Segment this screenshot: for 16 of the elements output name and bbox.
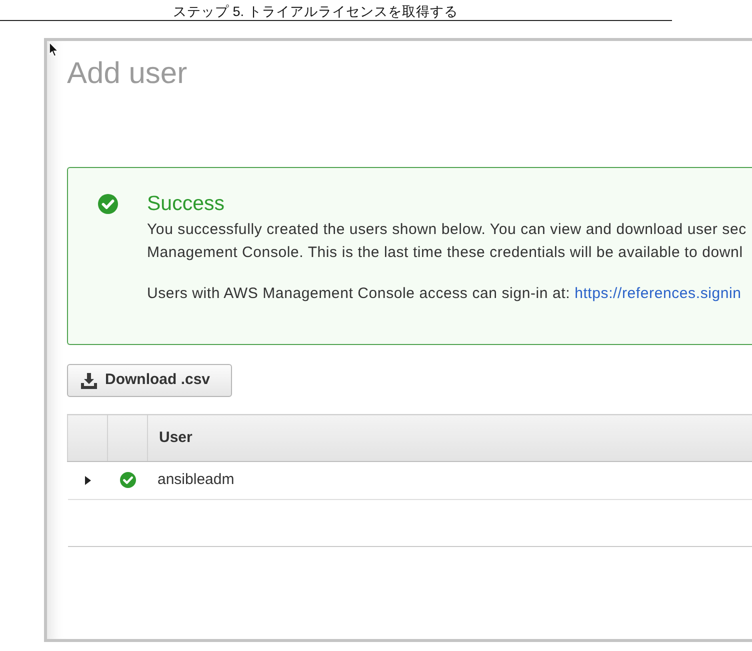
- page-title: Add user: [67, 57, 188, 91]
- table-header-cell: [68, 414, 108, 462]
- download-csv-button[interactable]: Download .csv: [67, 364, 232, 397]
- column-header[interactable]: User: [148, 414, 752, 462]
- signin-link[interactable]: https://references.signin: [574, 285, 742, 302]
- alert-message-line: Management Console. This is the last time these credentials will be available to downl: [147, 243, 743, 263]
- alert-title: Success: [147, 192, 224, 216]
- alert-message-line: You successfully created the users shown below. You can view and download user sec: [147, 220, 746, 240]
- table-header-cell: [108, 414, 148, 462]
- document-heading: ステップ 5. トライアルライセンスを取得する: [173, 3, 458, 21]
- signin-text: Users with AWS Management Console access can sign-in at: https://references.signin: [147, 284, 742, 304]
- user-name-cell-text: ansibleadm: [158, 470, 234, 490]
- caret-icon[interactable]: [84, 476, 90, 485]
- download-icon: [81, 372, 97, 388]
- check-circle-icon: [98, 194, 118, 214]
- mouse-pointer-icon: [49, 42, 59, 57]
